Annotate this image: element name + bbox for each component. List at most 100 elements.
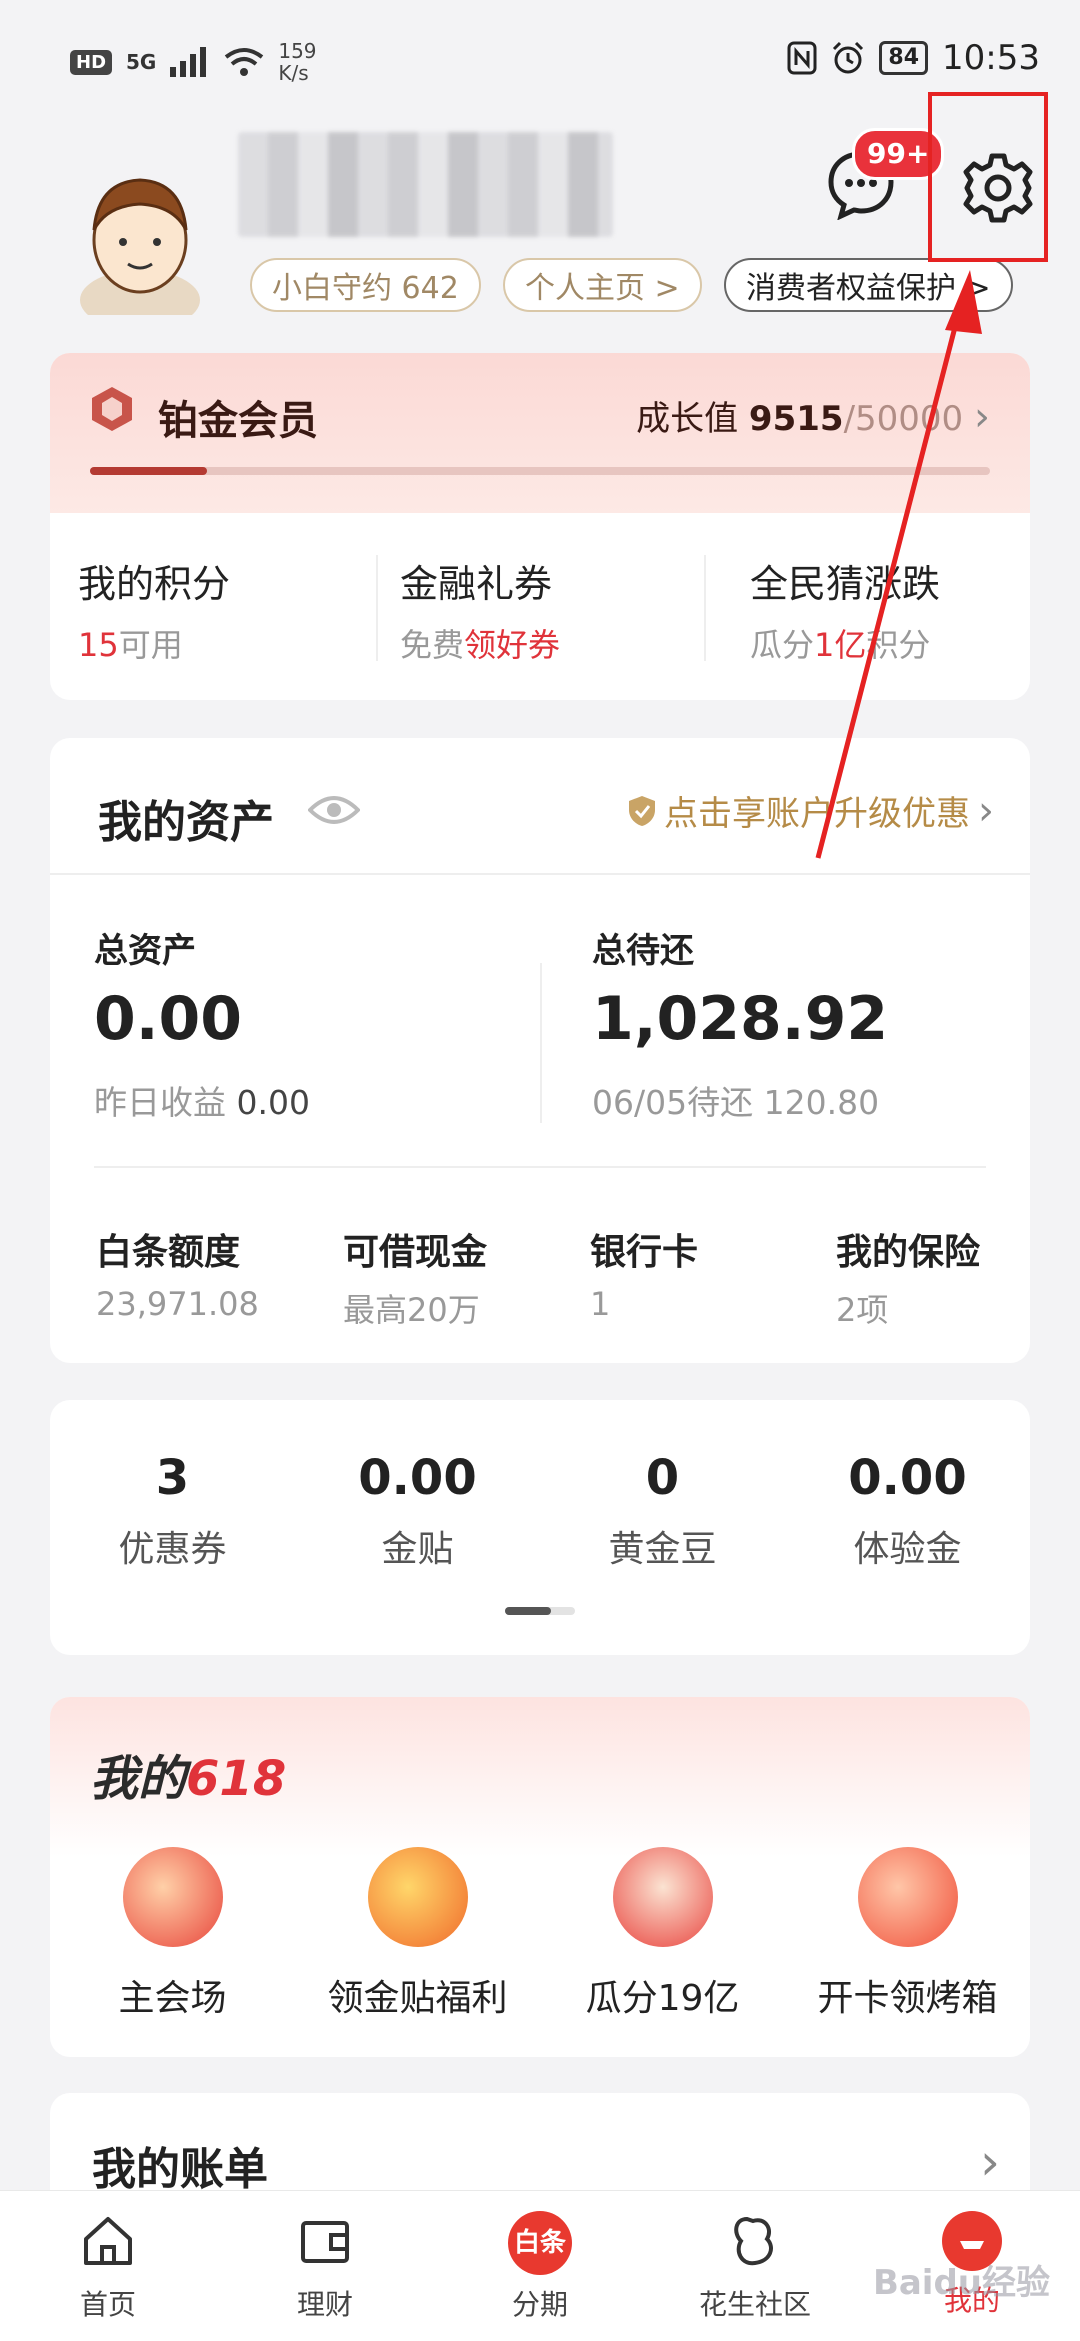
- eye-icon[interactable]: [308, 794, 360, 826]
- coupon-gift-title: 金融礼券: [400, 562, 553, 606]
- guess-tail: 积分: [866, 626, 931, 664]
- guess-item[interactable]: 全民猜涨跌 瓜分1亿积分: [750, 553, 940, 666]
- golden-bean-label: 黄金豆: [608, 1529, 717, 1570]
- act-label: 瓜分19亿: [585, 1978, 740, 2019]
- member-card[interactable]: 铂金会员 成长值 9515/50000 › 我的积分 15可用 金融礼券 免费领…: [50, 353, 1030, 700]
- repay-value: 1,028.92: [592, 984, 889, 1054]
- points-sub: 可用: [118, 626, 183, 664]
- upgrade-link[interactable]: 点击享账户升级优惠 ›: [628, 786, 994, 835]
- divider: [94, 1166, 986, 1168]
- signal-icon: [170, 47, 207, 77]
- platinum-badge-icon: [92, 387, 132, 431]
- peanut-icon: [734, 2216, 773, 2266]
- divider: [704, 555, 706, 661]
- chevron-right-icon: ›: [974, 394, 990, 440]
- total-repay[interactable]: 总待还 1,028.92 06/05待还 120.80: [592, 923, 888, 1124]
- bill-title: 我的账单: [92, 2144, 268, 2195]
- golden-bean-value: 0: [645, 1450, 680, 1506]
- guess-sub: 瓜分: [750, 626, 815, 664]
- golden-bean-item[interactable]: 0 黄金豆: [540, 1450, 785, 1572]
- network-type: 5G: [126, 50, 157, 74]
- chevron-right-icon: ›: [980, 2133, 1000, 2191]
- act-label: 开卡领烤箱: [817, 1978, 998, 2019]
- credit-pill[interactable]: 小白守约 642: [250, 258, 481, 312]
- hd-indicator: HD: [70, 49, 113, 75]
- member-title: 铂金会员: [158, 398, 318, 444]
- highlight-box: [928, 92, 1048, 262]
- total-assets-label: 总资产: [94, 931, 196, 971]
- share-19-billion[interactable]: 瓜分19亿: [540, 1847, 785, 2021]
- jintie-value: 0.00: [358, 1450, 477, 1506]
- baitiao-limit[interactable]: 白条额度 23,971.08: [96, 1223, 259, 1323]
- tab-peanut-community[interactable]: 花生社区: [675, 2211, 835, 2323]
- tab-label: 分期: [511, 2288, 568, 2321]
- avatar[interactable]: [78, 160, 203, 315]
- repay-label: 总待还: [592, 931, 694, 971]
- bank-card[interactable]: 银行卡 1: [590, 1223, 698, 1323]
- quad-sub: 23,971.08: [96, 1285, 259, 1323]
- coupons-gift-item[interactable]: 金融礼券 免费领好券: [400, 553, 560, 666]
- 618-title-a: 我的: [90, 1751, 187, 1807]
- baidu-watermark: Baidu经验: [872, 2263, 1050, 2303]
- divider: [50, 873, 1030, 875]
- insurance[interactable]: 我的保险 2项: [836, 1223, 980, 1331]
- cash-loan[interactable]: 可借现金 最高20万: [343, 1223, 487, 1331]
- tab-home[interactable]: 首页: [28, 2211, 188, 2323]
- coupon-value: 3: [155, 1450, 190, 1506]
- nfc-icon: [787, 41, 817, 75]
- guess-highlight: 1亿: [814, 626, 867, 664]
- jintie-item[interactable]: 0.00 金贴: [295, 1450, 540, 1572]
- quad-title: 银行卡: [590, 1232, 699, 1273]
- baitiao-icon: 白条: [508, 2211, 572, 2275]
- gift-bag-icon: [857, 1847, 958, 1947]
- 618-title-b: 618: [186, 1751, 287, 1807]
- quad-sub: 1: [590, 1285, 611, 1323]
- tab-finance[interactable]: 理财: [245, 2211, 405, 2323]
- profile-pill[interactable]: 个人主页 >: [503, 258, 702, 312]
- growth-target: /50000: [843, 399, 964, 439]
- coupon-item[interactable]: 3 优惠券: [50, 1450, 295, 1572]
- home-icon: [84, 2217, 132, 2265]
- jintie-welfare[interactable]: 领金贴福利: [295, 1847, 540, 2021]
- trial-gold-value: 0.00: [848, 1450, 967, 1506]
- trial-gold-item[interactable]: 0.00 体验金: [785, 1450, 1030, 1572]
- points-title: 我的积分: [78, 562, 231, 606]
- growth-value[interactable]: 成长值 9515/50000 ›: [636, 391, 990, 440]
- points-item[interactable]: 我的积分 15可用: [78, 553, 230, 666]
- yesterday-value: 0.00: [236, 1083, 310, 1122]
- alarm-icon: [833, 41, 864, 74]
- speed-value: 159: [278, 39, 317, 63]
- quad-title: 可借现金: [343, 1232, 488, 1273]
- upgrade-text: 点击享账户升级优惠: [664, 794, 970, 834]
- main-venue[interactable]: 主会场: [50, 1847, 295, 2021]
- card-oven[interactable]: 开卡领烤箱: [785, 1847, 1030, 2021]
- repay-date: 06/05待还: [592, 1083, 754, 1122]
- red-envelope-icon: [367, 1847, 468, 1947]
- speed-unit: K/s: [278, 61, 309, 85]
- quad-title: 白条额度: [96, 1232, 241, 1273]
- tab-label: 首页: [79, 2288, 136, 2321]
- total-assets-value: 0.00: [94, 984, 243, 1054]
- 618-title: 我的618: [90, 1739, 286, 1809]
- tab-label: 花生社区: [698, 2288, 811, 2321]
- status-right: 84 10:53: [787, 38, 1040, 78]
- main-venue-icon: [122, 1847, 223, 1947]
- divider: [540, 963, 542, 1123]
- repay-due: 120.80: [763, 1083, 880, 1122]
- page-indicator: [505, 1607, 575, 1615]
- quad-sub: 最高20万: [343, 1291, 480, 1329]
- total-assets[interactable]: 总资产 0.00 昨日收益 0.00: [94, 923, 310, 1124]
- quad-title: 我的保险: [836, 1232, 981, 1273]
- coupon-gift-highlight: 领好券: [464, 626, 561, 664]
- battery-icon: 84: [879, 41, 929, 75]
- tab-installment[interactable]: 白条 分期: [460, 2211, 620, 2323]
- growth-progress: [90, 467, 990, 475]
- guess-title: 全民猜涨跌: [750, 562, 941, 606]
- jintie-label: 金贴: [381, 1529, 454, 1570]
- assets-title: 我的资产: [98, 797, 274, 848]
- shield-icon: [629, 795, 655, 826]
- assets-card: 我的资产 点击享账户升级优惠 › 总资产 0.00 昨日收益 0.00 总待还 …: [50, 738, 1030, 1363]
- growth-progress-fill: [90, 467, 207, 475]
- quad-sub: 2项: [836, 1291, 889, 1329]
- consumer-protect-pill[interactable]: 消费者权益保护 >: [724, 258, 1013, 312]
